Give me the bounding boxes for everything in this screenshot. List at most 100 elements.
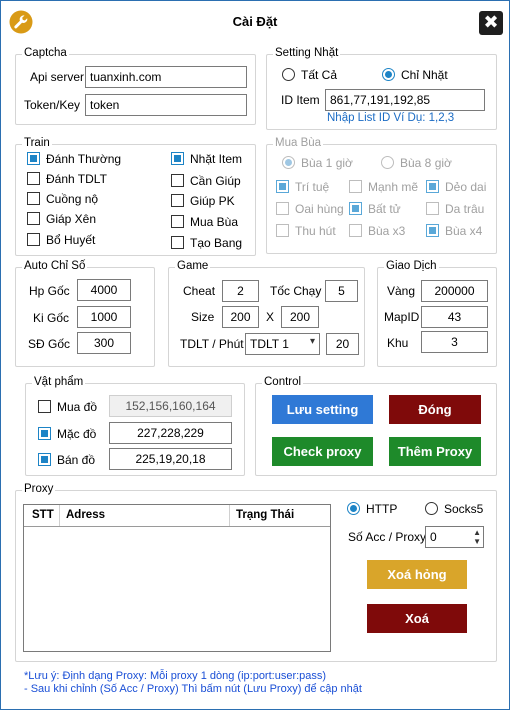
mua-do-input[interactable]: 152,156,160,164 <box>109 395 232 417</box>
cb-giap-xen[interactable] <box>27 212 40 225</box>
radio-tat-ca-label: Tất Cả <box>301 68 338 82</box>
auto-chi-so-legend: Auto Chỉ Số <box>22 260 88 272</box>
col-address[interactable]: Adress <box>66 509 105 521</box>
cb-bua-x3[interactable] <box>349 224 362 237</box>
cb-danh-thuong-label: Đánh Thường <box>46 152 122 166</box>
cheat-input[interactable]: 2 <box>222 280 259 302</box>
cb-bo-huyet-label: Bổ Huyết <box>46 233 96 247</box>
cb-oai-hung-label: Oai hùng <box>295 202 344 216</box>
cb-tao-bang-label: Tạo Bang <box>190 236 243 250</box>
api-server-label: Api server <box>30 70 85 84</box>
id-item-input[interactable]: 861,77,191,192,85 <box>325 89 485 111</box>
proxy-table-header: STT Adress Trạng Thái <box>24 505 330 527</box>
cb-mac-do-label: Mặc đồ <box>57 427 97 441</box>
note-line-2: - Sau khi chỉnh (Số Acc / Proxy) Thì bấm… <box>24 683 362 695</box>
cb-can-giup[interactable] <box>171 174 184 187</box>
cb-thu-hut[interactable] <box>276 224 289 237</box>
size-height-input[interactable]: 200 <box>281 306 319 328</box>
radio-chi-nhat[interactable] <box>382 68 395 81</box>
cb-manh-me-label: Mạnh mẽ <box>368 180 419 194</box>
vang-input[interactable]: 200000 <box>421 280 488 302</box>
col-status[interactable]: Trạng Thái <box>236 509 294 521</box>
window-title: Cài Đặt <box>232 14 278 29</box>
setting-nhat-legend: Setting Nhặt <box>273 47 341 59</box>
close-button[interactable]: ✖ <box>479 11 503 35</box>
cb-nhat-item[interactable] <box>171 152 184 165</box>
cb-da-trau[interactable] <box>426 202 439 215</box>
radio-bua-1-gio-label: Bùa 1 giờ <box>301 156 353 170</box>
cb-mua-do[interactable] <box>38 400 51 413</box>
token-input[interactable]: token <box>85 94 247 116</box>
add-proxy-button[interactable]: Thêm Proxy <box>389 437 481 466</box>
ban-do-input[interactable]: 225,19,20,18 <box>109 448 232 470</box>
radio-tat-ca[interactable] <box>282 68 295 81</box>
cb-danh-tdlt[interactable] <box>27 172 40 185</box>
cb-oai-hung[interactable] <box>276 202 289 215</box>
cb-da-trau-label: Da trâu <box>445 202 485 216</box>
cb-bat-tu-label: Bất tử <box>368 202 401 216</box>
cb-thu-hut-label: Thu hút <box>295 224 336 238</box>
cb-can-giup-label: Cần Giúp <box>190 174 241 188</box>
ki-goc-input[interactable]: 1000 <box>77 306 131 328</box>
map-id-label: MapID <box>384 310 420 324</box>
mac-do-input[interactable]: 227,228,229 <box>109 422 232 444</box>
sd-goc-input[interactable]: 300 <box>77 332 131 354</box>
radio-bua-8-gio[interactable] <box>381 156 394 169</box>
map-id-input[interactable]: 43 <box>421 306 488 328</box>
close-dialog-button[interactable]: Đóng <box>389 395 481 424</box>
stepper-arrows-icon[interactable]: ▲ ▼ <box>473 528 481 546</box>
khu-input[interactable]: 3 <box>421 331 488 353</box>
captcha-legend: Captcha <box>22 47 69 59</box>
control-legend: Control <box>262 376 304 388</box>
chevron-down-icon: ▾ <box>309 336 315 347</box>
cb-ban-do[interactable] <box>38 453 51 466</box>
cb-deo-dai-label: Dẻo dai <box>445 180 487 194</box>
cb-tao-bang[interactable] <box>171 236 184 249</box>
cheat-label: Cheat <box>183 284 216 298</box>
cb-mac-do[interactable] <box>38 427 51 440</box>
acc-per-proxy-stepper[interactable]: 0 ▲ ▼ <box>425 526 484 548</box>
sd-goc-label: SĐ Gốc <box>28 337 71 351</box>
cb-danh-tdlt-label: Đánh TDLT <box>46 172 107 186</box>
train-legend: Train <box>22 137 52 149</box>
giao-dich-legend: Giao Dịch <box>384 260 439 272</box>
note-line-1: *Lưu ý: Định dạng Proxy: Mỗi proxy 1 dòn… <box>24 670 327 682</box>
hp-goc-input[interactable]: 4000 <box>77 279 131 301</box>
khu-label: Khu <box>387 336 409 350</box>
tdlt-value-input[interactable]: 20 <box>326 333 359 355</box>
cb-mua-do-label: Mua đồ <box>57 400 98 414</box>
save-settings-button[interactable]: Lưu setting <box>272 395 373 424</box>
proxy-legend: Proxy <box>22 483 56 495</box>
vang-label: Vàng <box>387 284 416 298</box>
cb-bua-x4[interactable] <box>426 224 439 237</box>
radio-bua-1-gio[interactable] <box>282 156 295 169</box>
cb-giup-pk-label: Giúp PK <box>190 194 235 208</box>
cb-bo-huyet[interactable] <box>27 233 40 246</box>
cb-nhat-item-label: Nhặt Item <box>190 152 243 166</box>
cb-manh-me[interactable] <box>349 180 362 193</box>
api-server-input[interactable]: tuanxinh.com <box>85 66 247 88</box>
cb-bat-tu[interactable] <box>349 202 362 215</box>
col-stt[interactable]: STT <box>32 509 54 521</box>
toc-chay-input[interactable]: 5 <box>325 280 358 302</box>
cb-tri-tue[interactable] <box>276 180 289 193</box>
radio-socks5[interactable] <box>425 502 438 515</box>
cb-cuong-no[interactable] <box>27 192 40 205</box>
cb-giup-pk[interactable] <box>171 194 184 207</box>
remove-broken-proxy-button[interactable]: Xoá hỏng <box>367 560 467 589</box>
id-item-label: ID Item <box>281 93 320 107</box>
cb-ban-do-label: Bán đồ <box>57 453 96 467</box>
remove-proxy-button[interactable]: Xoá <box>367 604 467 633</box>
radio-http[interactable] <box>347 502 360 515</box>
tdlt-select[interactable]: TDLT 1 ▾ <box>245 333 320 355</box>
toc-chay-label: Tốc Chạy <box>270 284 322 298</box>
cb-mua-bua[interactable] <box>171 215 184 228</box>
cb-danh-thuong[interactable] <box>27 152 40 165</box>
tdlt-phut-label: TDLT / Phút <box>180 337 244 351</box>
acc-per-proxy-label: Số Acc / Proxy <box>348 530 427 544</box>
cb-deo-dai[interactable] <box>426 180 439 193</box>
size-width-input[interactable]: 200 <box>222 306 259 328</box>
token-label: Token/Key <box>24 98 81 112</box>
check-proxy-button[interactable]: Check proxy <box>272 437 373 466</box>
cb-cuong-no-label: Cuồng nộ <box>46 192 99 206</box>
